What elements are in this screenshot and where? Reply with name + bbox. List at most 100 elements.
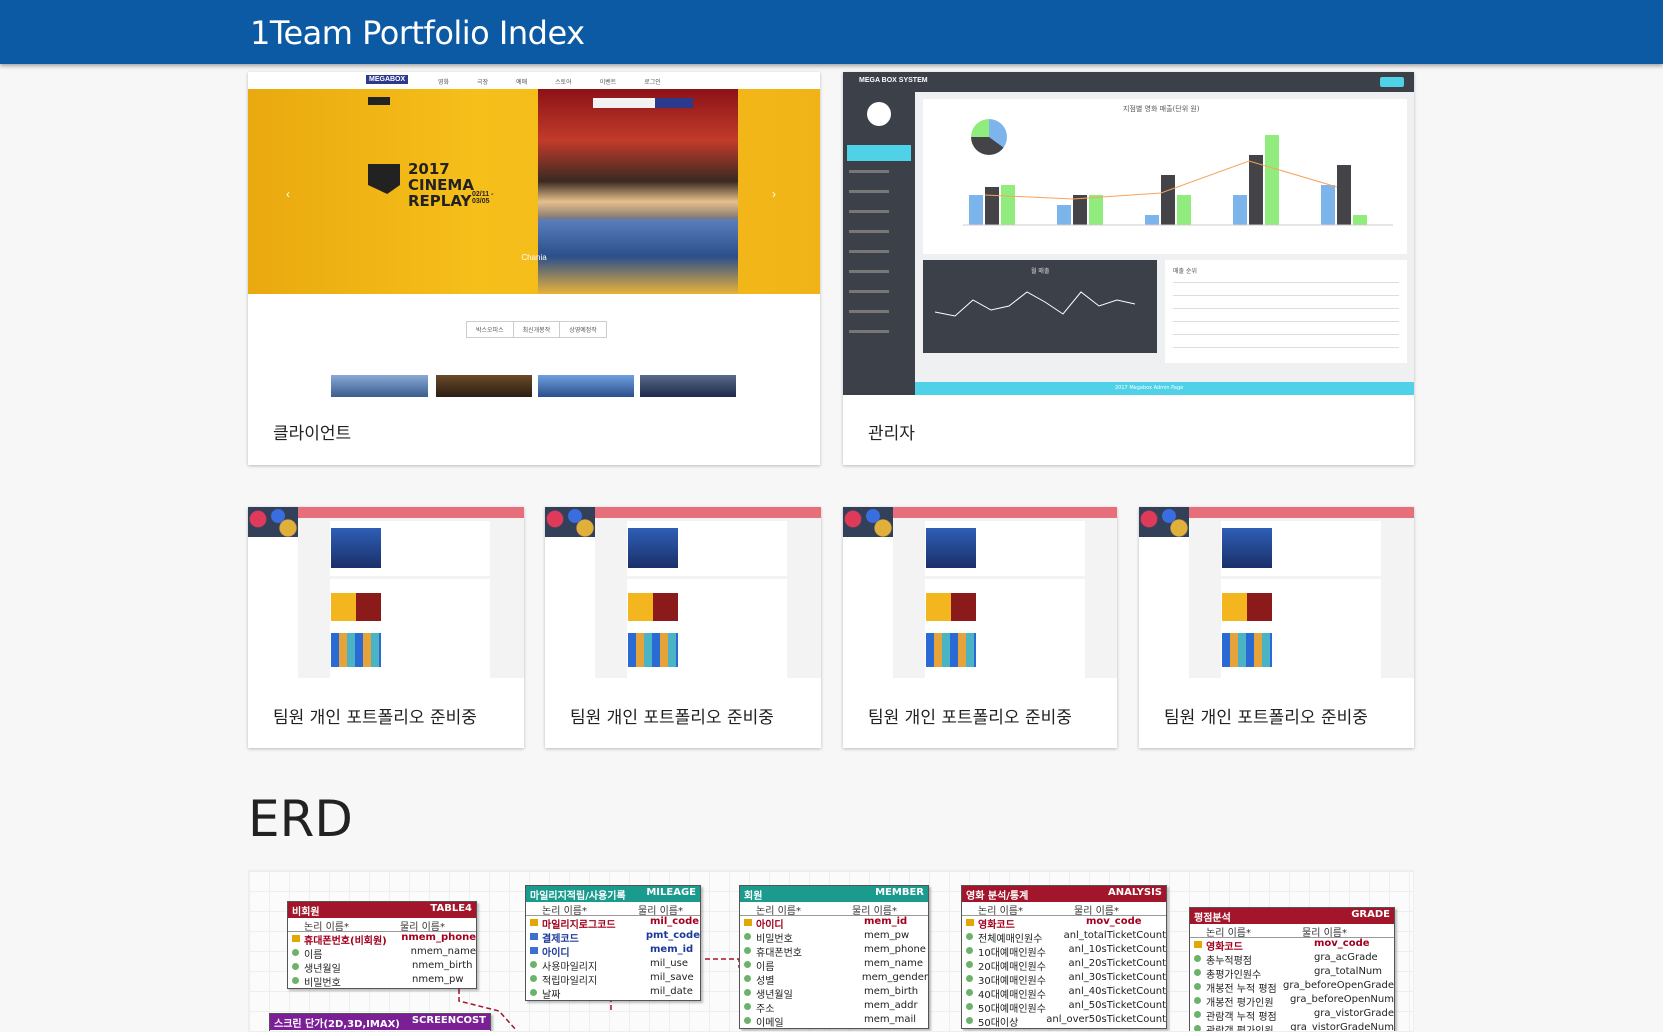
erd-column-row: 총누적평점 gra_acGrade	[1190, 952, 1394, 967]
erd-column-row: 아이디 mem_id	[740, 916, 928, 931]
member-portfolio-card[interactable]: 팀원 개인 포트폴리오 준비중	[248, 507, 524, 748]
page-title: 1Team Portfolio Index	[250, 14, 585, 52]
erd-column-row: 개봉전 평가인원 gra_beforeOpenNum	[1190, 994, 1394, 1009]
key-icon	[966, 919, 974, 926]
erd-column-header: 논리 이름*물리 이름*	[962, 902, 1166, 917]
erd-column-row: 50대이상 anl_over50sTicketCount	[962, 1014, 1166, 1029]
column-dot-icon	[966, 989, 973, 996]
column-dot-icon	[966, 1003, 973, 1010]
admin-bar-chart: 지점별 영화 매출(단위 원)	[923, 99, 1407, 254]
column-dot-icon	[530, 961, 537, 968]
member-thumbnail	[248, 507, 524, 678]
column-dot-icon	[744, 933, 751, 940]
key-icon	[530, 947, 538, 954]
member-card-caption: 팀원 개인 포트폴리오 준비중	[570, 708, 774, 728]
member-thumbnail	[1139, 507, 1414, 678]
erd-column-row: 이메일 mem_mail	[740, 1014, 928, 1029]
column-dot-icon	[966, 961, 973, 968]
erd-table-header: 비회원 TABLE4	[288, 902, 476, 918]
key-icon	[292, 935, 300, 942]
carousel-prev-icon[interactable]: ‹	[286, 187, 290, 201]
erd-column-row: 휴대폰번호 mem_phone	[740, 944, 928, 959]
column-dot-icon	[292, 977, 299, 984]
erd-column-row: 날짜 mil_date	[526, 986, 700, 1001]
member-thumbnail	[843, 507, 1117, 678]
column-dot-icon	[1194, 1011, 1201, 1018]
erd-section-title: ERD	[248, 790, 353, 848]
erd-table: 평점분석 GRADE 논리 이름* 물리 이름* 영화코드 mov_code 총누적평점 gr…	[1189, 907, 1395, 1031]
admin-table-panel: 매출 순위	[1165, 260, 1407, 363]
erd-table: 비회원 TABLE4 논리 이름* 물리 이름* 휴대폰번호(비회원) nmem_phon…	[287, 901, 477, 989]
erd-column-row: 50대예매인원수 anl_50sTicketCount	[962, 1000, 1166, 1015]
erd-column-row: 개봉전 누적 평점 gra_beforeOpenGrade	[1190, 980, 1394, 995]
erd-column-row: 관람객 누적 평점 gra_vistorGrade	[1190, 1008, 1394, 1023]
erd-column-row: 생년월일 nmem_birth	[288, 960, 476, 975]
megabox-logo: MEGABOX	[366, 75, 409, 84]
erd-table-header: 마일리지적립/사용기록 MILEAGE	[526, 886, 700, 902]
admin-screenshot: MEGA BOX SYSTEM 지점별 영화 매출(단위 원) 월 매출 매출 …	[843, 72, 1414, 395]
erd-table: 회원 MEMBER 논리 이름* 물리 이름* 아이디 mem_id 비밀번호 mem_pw 휴…	[739, 885, 929, 1029]
carousel-next-icon[interactable]: ›	[772, 187, 776, 201]
column-dot-icon	[966, 1017, 973, 1024]
key-icon	[530, 919, 538, 926]
column-dot-icon	[744, 961, 751, 968]
banner-dates: 02/11 - 03/05	[472, 191, 494, 205]
admin-brand: MEGA BOX SYSTEM	[859, 77, 928, 84]
member-portfolio-card[interactable]: 팀원 개인 포트폴리오 준비중	[1139, 507, 1414, 748]
column-dot-icon	[1194, 969, 1201, 976]
client-portfolio-card[interactable]: MEGABOX 영화 극장 예매 스토어 이벤트 로그인 2017 CINEMA…	[248, 72, 820, 465]
key-icon	[1194, 941, 1202, 948]
erd-table-header: 영화 분석/통계 ANALYSIS	[962, 886, 1166, 902]
carousel-banner: 2017 CINEMA REPLAY 02/11 - 03/05 Chania …	[248, 89, 820, 294]
erd-table-header: 평점분석 GRADE	[1190, 908, 1394, 924]
erd-table: 마일리지적립/사용기록 MILEAGE 논리 이름* 물리 이름* 마일리지로그코드 mi…	[525, 885, 701, 1001]
erd-column-row: 생년월일 mem_birth	[740, 986, 928, 1001]
erd-column-row: 이름 nmem_name	[288, 946, 476, 961]
member-card-caption: 팀원 개인 포트폴리오 준비중	[1164, 708, 1368, 728]
erd-column-row: 마일리지로그코드 mil_code	[526, 916, 700, 931]
erd-column-row: 10대예매인원수 anl_10sTicketCount	[962, 944, 1166, 959]
column-dot-icon	[744, 989, 751, 996]
member-card-caption: 팀원 개인 포트폴리오 준비중	[868, 708, 1072, 728]
member-portfolio-card[interactable]: 팀원 개인 포트폴리오 준비중	[545, 507, 821, 748]
column-dot-icon	[530, 975, 537, 982]
erd-column-row: 30대예매인원수 anl_30sTicketCount	[962, 972, 1166, 987]
admin-portfolio-card[interactable]: MEGA BOX SYSTEM 지점별 영화 매출(단위 원) 월 매출 매출 …	[843, 72, 1414, 465]
member-portfolio-card[interactable]: 팀원 개인 포트폴리오 준비중	[843, 507, 1117, 748]
erd-table: 영화 분석/통계 ANALYSIS 논리 이름* 물리 이름* 영화코드 mov_code…	[961, 885, 1167, 1029]
erd-column-row: 적립마일리지 mil_save	[526, 972, 700, 987]
erd-column-row: 40대예매인원수 anl_40sTicketCount	[962, 986, 1166, 1001]
column-dot-icon	[1194, 983, 1201, 990]
erd-column-row: 비밀번호 mem_pw	[740, 930, 928, 945]
column-dot-icon	[966, 947, 973, 954]
admin-line-panel: 월 매출	[923, 260, 1157, 353]
column-dot-icon	[1194, 955, 1201, 962]
key-icon	[744, 919, 752, 926]
member-thumbnail	[545, 507, 821, 678]
admin-sidebar	[843, 92, 915, 395]
erd-column-header: 논리 이름*물리 이름*	[526, 902, 700, 917]
member-card-caption: 팀원 개인 포트폴리오 준비중	[273, 708, 477, 728]
erd-column-row: 전체예매인원수 anl_totalTicketCount	[962, 930, 1166, 945]
tab-upcoming[interactable]: 상영예정작	[560, 322, 606, 337]
erd-column-row: 영화코드 mov_code	[1190, 938, 1394, 953]
client-screenshot: MEGABOX 영화 극장 예매 스토어 이벤트 로그인 2017 CINEMA…	[248, 72, 820, 397]
erd-table-header: 회원 MEMBER	[740, 886, 928, 902]
column-dot-icon	[530, 989, 537, 996]
erd-column-row: 휴대폰번호(비회원) nmem_phone	[288, 932, 476, 947]
admin-card-caption: 관리자	[868, 424, 915, 444]
column-dot-icon	[744, 1017, 751, 1024]
tab-boxoffice[interactable]: 박스오피스	[467, 322, 514, 337]
column-dot-icon	[744, 1003, 751, 1010]
erd-column-row: 관람객 평가인원 gra_vistorGradeNum	[1190, 1022, 1394, 1031]
column-dot-icon	[744, 975, 751, 982]
erd-column-header: 논리 이름*물리 이름*	[288, 918, 476, 933]
banner-caption: Chania	[521, 253, 547, 262]
client-card-caption: 클라이언트	[273, 424, 352, 444]
erd-column-row: 주소 mem_addr	[740, 1000, 928, 1015]
column-dot-icon	[292, 963, 299, 970]
tab-latest[interactable]: 최신개봉작	[514, 322, 561, 337]
column-dot-icon	[744, 947, 751, 954]
erd-column-header: 논리 이름*물리 이름*	[1190, 924, 1394, 939]
column-dot-icon	[1194, 1025, 1201, 1031]
